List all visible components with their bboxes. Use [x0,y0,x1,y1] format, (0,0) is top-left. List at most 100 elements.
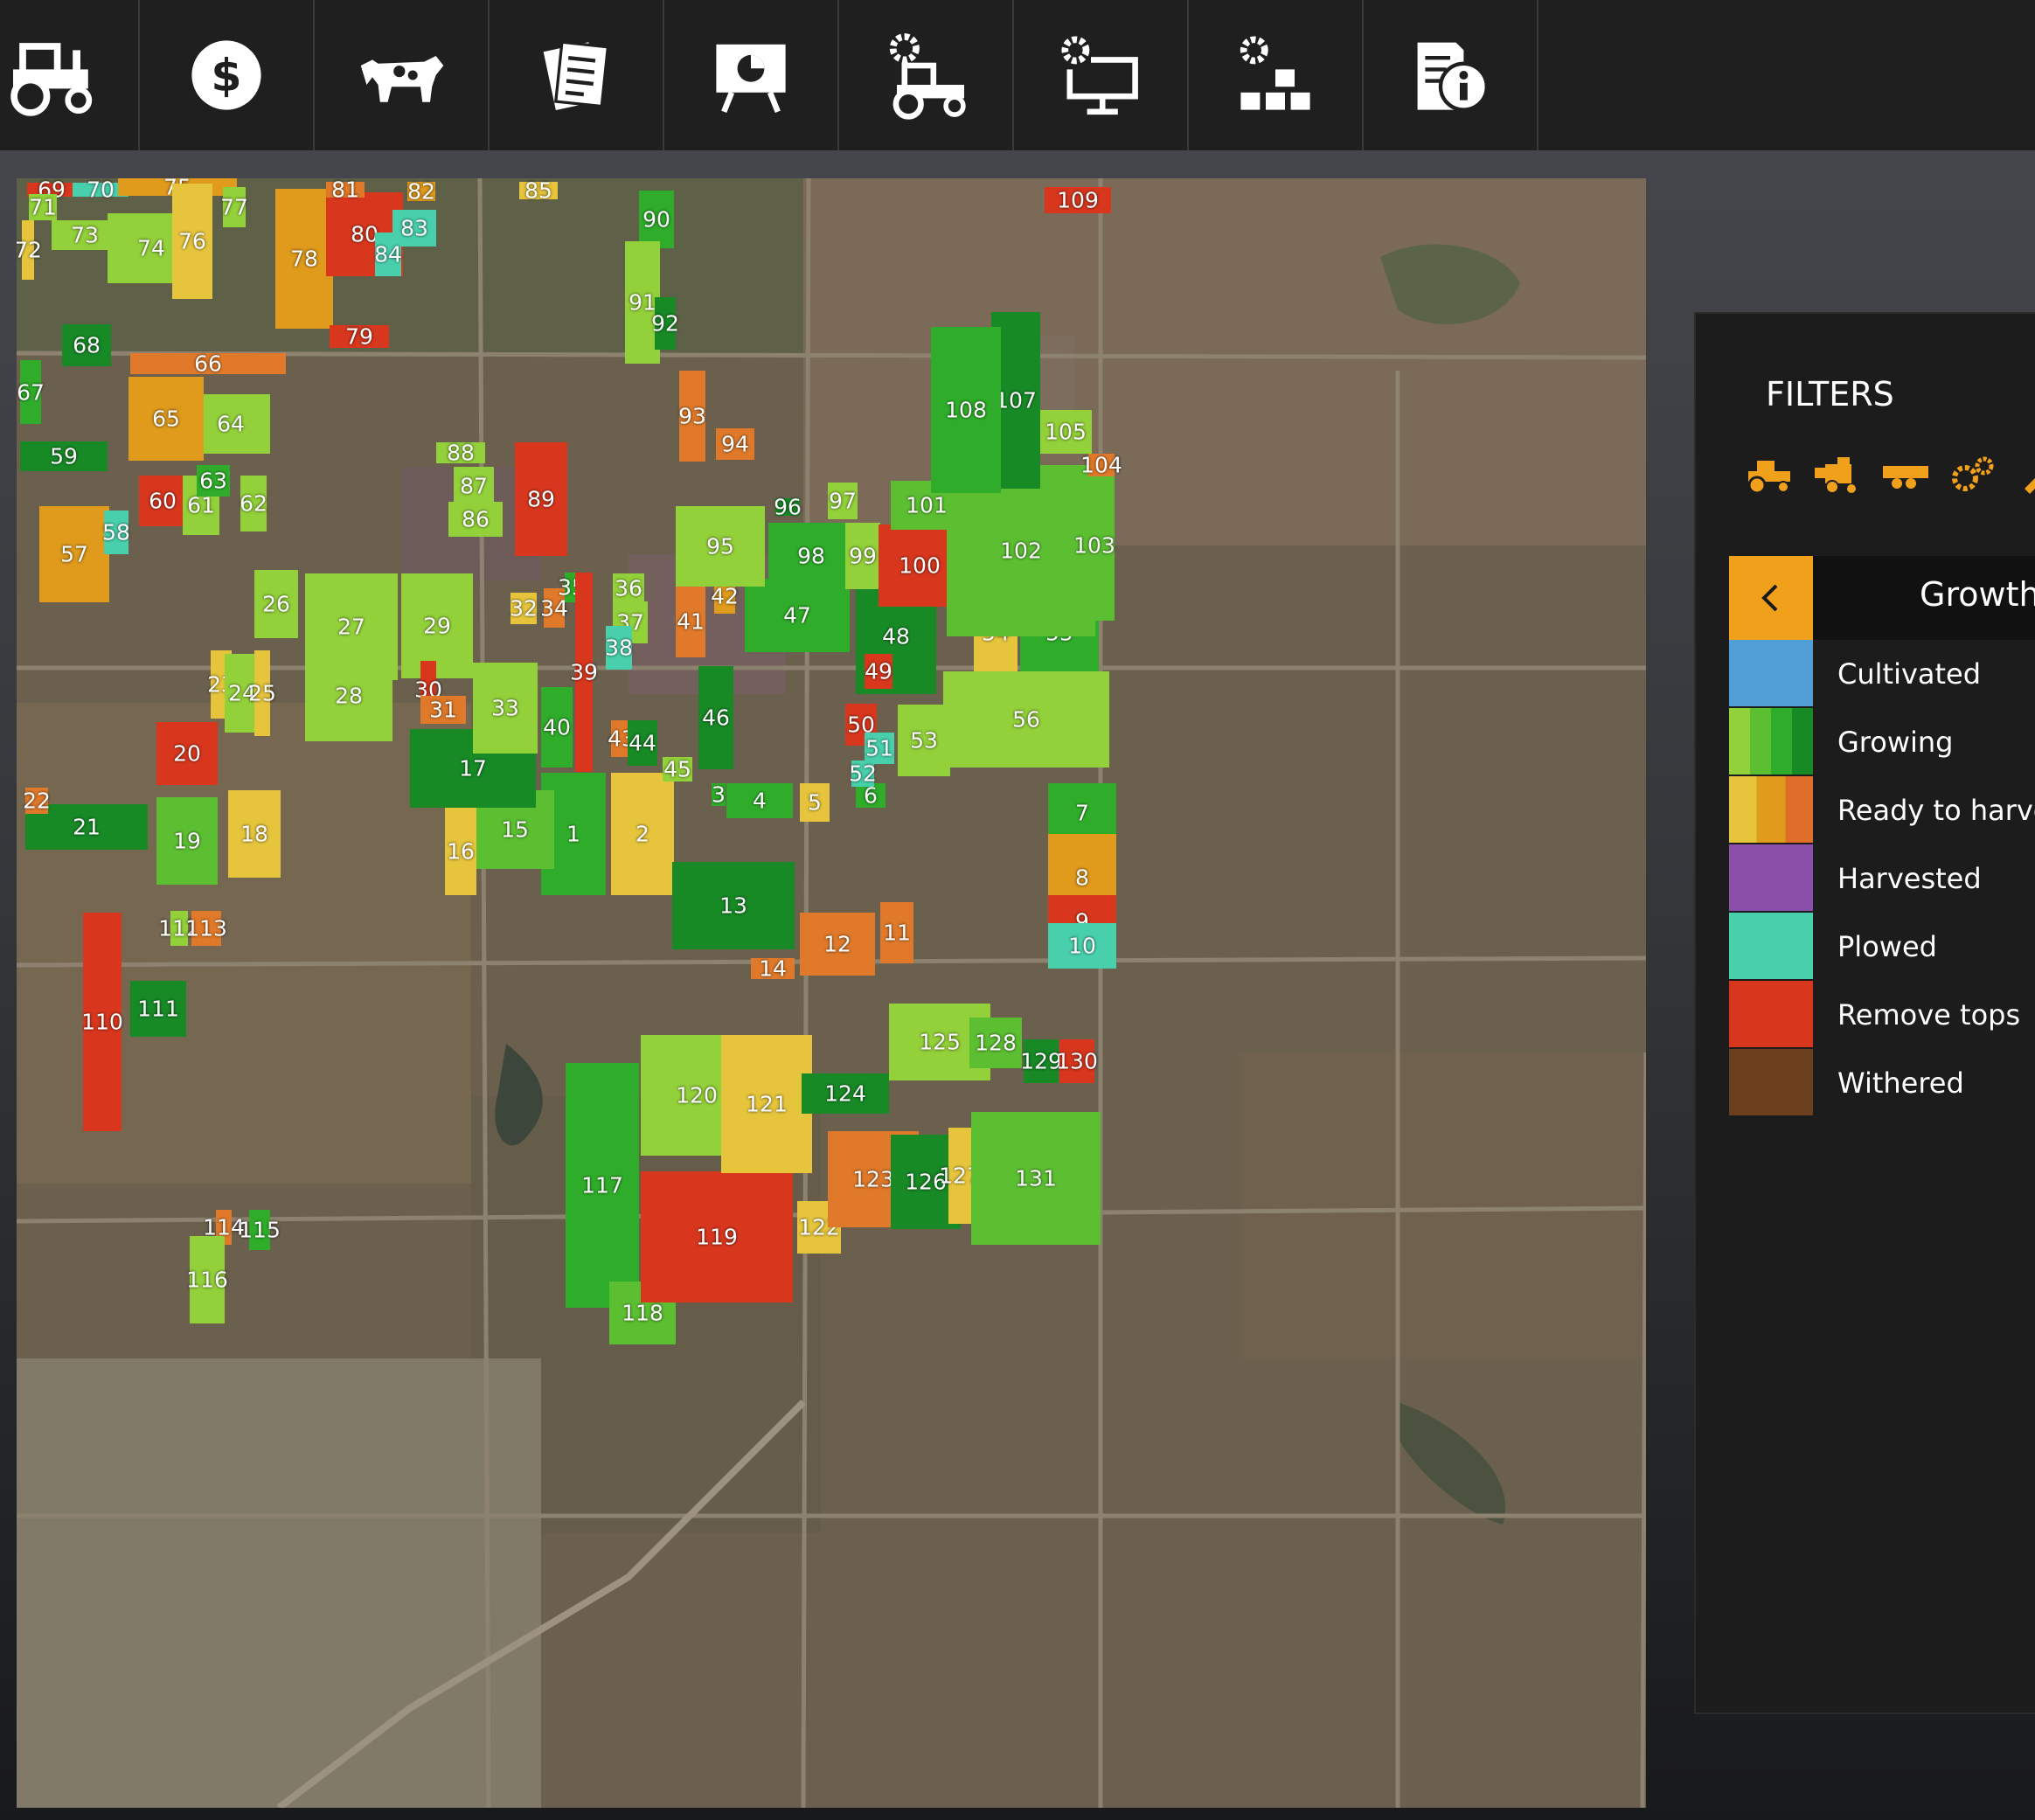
svg-text:$: $ [211,50,241,101]
tractor-icon[interactable] [1743,454,1795,496]
field-label: 42 [711,583,739,609]
field-label: 85 [524,178,552,204]
field-label: 84 [374,241,402,267]
field-label: 130 [1056,1048,1098,1074]
field-label: 14 [759,955,787,982]
field-label: 120 [676,1082,718,1108]
field-label: 96 [774,494,802,520]
field-label: 67 [17,379,45,405]
field-label: 7 [1075,800,1089,826]
field-label: 100 [899,552,941,579]
field-label: 101 [906,492,948,518]
legend-label: Withered [1837,1066,1964,1100]
field-label: 11 [883,920,911,946]
trailer-icon[interactable] [1879,454,1932,496]
info-document-icon [1417,42,1489,112]
field-label: 99 [849,543,877,569]
field-label: 28 [335,683,363,709]
vehicle-settings-tab[interactable] [839,0,1014,150]
field-label: 53 [910,727,938,754]
field-label: 16 [447,838,475,865]
field-label: 17 [459,755,487,781]
field-label: 107 [995,387,1037,413]
contracts-tab[interactable] [490,0,664,150]
field-label: 62 [240,490,267,517]
field-label: 58 [102,519,130,545]
statistics-tab[interactable] [664,0,839,150]
field-label: 25 [248,680,276,706]
field-label: 57 [60,541,88,567]
presentation-icon [716,44,786,114]
vehicles-tab[interactable] [0,0,140,150]
help-tab[interactable] [1364,0,1538,150]
field-label: 118 [622,1300,663,1326]
legend-swatch [1729,708,1813,775]
field-map[interactable]: 1 2 3 4 5 6 7 8 9 10 11 12 13 14 15 16 17 18 19 20 21 22 23 24 2… [17,178,1646,1808]
field-label: 87 [460,473,488,499]
field-label: 59 [50,443,78,469]
legend-item[interactable]: Remove tops [1729,981,2035,1047]
dollar-icon: $ [191,40,261,110]
field-label: 124 [824,1080,866,1107]
field-label: 10 [1068,933,1096,959]
field-label: 72 [17,237,42,263]
growth-header: Growth [1729,556,2035,640]
game-settings-tab[interactable] [1014,0,1189,150]
field-label: 110 [81,1009,123,1035]
field-label: 60 [149,488,177,514]
field-label: 86 [462,506,490,532]
legend-swatch [1729,981,1813,1047]
legend-item[interactable]: Withered [1729,1049,2035,1115]
field-label: 36 [615,575,642,601]
legend-item[interactable]: Harvested [1729,844,2035,911]
legend-item[interactable]: Plowed [1729,913,2035,979]
field-label: 111 [137,996,179,1022]
harvester-icon[interactable] [1811,454,1864,496]
field-label: 82 [407,178,435,205]
back-button[interactable] [1729,556,1813,640]
legend-item[interactable]: Growing [1729,708,2035,775]
field-label: 97 [829,488,857,514]
field-label: 131 [1015,1165,1057,1191]
field-label: 4 [753,788,767,814]
field-label: 119 [696,1224,738,1250]
field-label: 20 [173,740,201,767]
field-label: 79 [345,323,373,350]
legend-label: Cultivated [1837,657,1982,691]
field-label: 63 [199,468,227,494]
chevron-left-icon [1761,584,1778,612]
field-label: 51 [865,735,893,761]
field-label: 46 [702,705,730,731]
field-label: 47 [783,602,811,629]
filters-title: FILTERS [1766,375,1894,413]
field-label: 38 [605,635,633,661]
field-label: 48 [882,623,910,650]
cow-icon [360,56,444,102]
production-tab[interactable] [1189,0,1364,150]
field-label: 15 [501,816,529,843]
finances-tab[interactable]: $ [140,0,315,150]
field-label: 65 [152,406,180,432]
legend-swatch [1729,913,1813,979]
field-label: 19 [173,828,201,854]
tool-icon[interactable] [2016,454,2035,496]
field-label: 83 [400,215,428,241]
field-label: 22 [23,788,51,814]
field-label: 102 [1000,538,1042,564]
legend-label: Growing [1837,726,1954,759]
animals-tab[interactable] [315,0,490,150]
legend-swatch [1729,640,1813,706]
legend-item[interactable]: Ready to harve [1729,776,2035,843]
legend-item[interactable]: Cultivated [1729,640,2035,706]
legend-label: Remove tops [1837,998,2021,1032]
legend-label: Harvested [1837,862,1982,895]
field-label: 92 [651,310,679,337]
field-label: 49 [865,658,892,684]
field-label: 29 [423,613,451,639]
gears-icon[interactable] [1948,454,2000,496]
field-label: 71 [29,194,57,220]
field-label: 104 [1080,452,1122,478]
field-label: 73 [71,222,99,248]
growth-title: Growth [1920,575,2035,614]
tractor-gear-icon [889,33,966,120]
